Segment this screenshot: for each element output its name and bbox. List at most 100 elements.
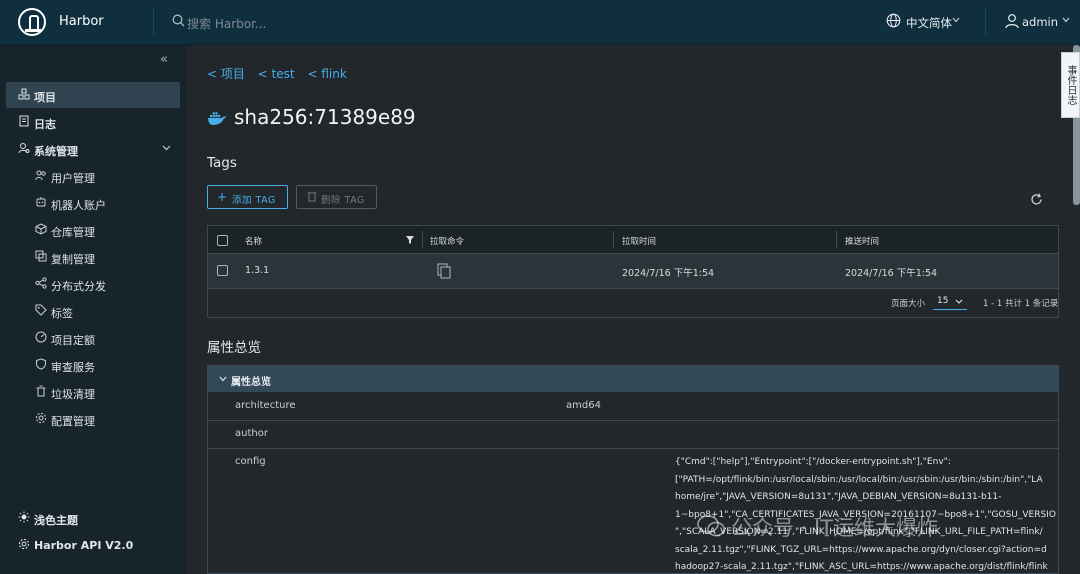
chevron-down-icon [219,376,227,382]
sidebar-item-label: 复制管理 [51,253,95,266]
breadcrumb: < 项目 < test < flink [207,65,356,82]
config-line: {"Cmd":["help"],"Entrypoint":["/docker-e… [675,457,951,467]
config-line: scala_2.11.tgz","FLINK_TGZ_URL=https://w… [675,544,1047,555]
collapse-sidebar-icon[interactable]: « [160,52,168,67]
add-tag-label: 添加 TAG [232,195,276,206]
push-time: 2024/7/16 下午1:54 [845,268,938,279]
share-icon [35,277,47,289]
delete-tag-button[interactable]: 删除 TAG [296,185,377,209]
event-log-tab[interactable]: 事件日志 [1061,52,1080,118]
sidebar-item-labels[interactable]: 标签 [0,298,187,324]
properties-panel: 属性总览 architecture amd64 author config {"… [207,365,1059,574]
column-push-time[interactable]: 推送时间 [845,235,879,247]
trash-icon [36,385,46,397]
chevron-down-icon [952,17,960,23]
config-line: ["PATH=/opt/flink/bin:/usr/local/sbin:/u… [675,474,1043,485]
property-row: config {"Cmd":["help"],"Entrypoint":["/d… [208,448,1058,573]
tag-name[interactable]: 1.3.1 [245,265,269,276]
properties-heading: 属性总览 [207,340,261,356]
main-content: < 项目 < test < flink sha256:71389e89 Tags… [187,45,1060,574]
sidebar-item-replications[interactable]: 复制管理 [0,244,187,270]
page-size-select[interactable]: 15 [933,295,967,310]
property-key: config [235,456,266,467]
breadcrumb-test[interactable]: < test [258,67,295,81]
copy-icon[interactable] [437,263,451,279]
add-tag-button[interactable]: + 添加 TAG [207,185,288,209]
column-divider [836,231,837,248]
plus-icon: + [217,190,228,204]
page-size-value: 15 [937,296,949,306]
column-name[interactable]: 名称 [245,235,262,247]
admin-icon [18,143,30,154]
api-link[interactable]: Harbor API V2.0 [0,534,187,556]
app-name[interactable]: Harbor [59,14,104,29]
top-header: Harbor 搜索 Harbor... 中文简体 admin [0,0,1080,45]
table-header: 名称 拉取命令 拉取时间 推送时间 [208,226,1058,254]
chevron-down-icon [955,299,963,304]
sidebar-item-distributions[interactable]: 分布式分发 [0,271,187,297]
breadcrumb-flink[interactable]: < flink [307,67,346,81]
sidebar-item-projects[interactable]: 项目 [6,82,180,108]
theme-toggle[interactable]: 浅色主题 [0,507,187,529]
sidebar-item-interrogation[interactable]: 审查服务 [0,352,187,378]
sidebar-item-gc[interactable]: 垃圾清理 [0,379,187,405]
search-icon [172,14,185,27]
sun-icon [18,511,30,523]
config-line: home/jre","JAVA_VERSION=8u131","JAVA_DEB… [675,492,1002,502]
logs-icon [19,115,29,127]
filter-icon[interactable] [406,236,414,244]
username: admin [1022,15,1059,29]
sidebar-item-label: 分布式分发 [51,280,106,293]
pagination-text: 1 - 1 共计 1 条记录 [983,299,1059,309]
sidebar-item-admin[interactable]: 系统管理 [0,136,187,162]
sidebar-item-label: 系统管理 [34,145,78,158]
config-line: hadoop27-scala_2.11.tgz","FLINK_ASC_URL=… [675,562,1048,572]
trash-icon [307,192,317,202]
sidebar-item-robot-accounts[interactable]: 机器人账户 [0,190,187,216]
gear-icon [35,412,47,424]
sidebar-item-label: 配置管理 [51,415,95,428]
search-input[interactable]: 搜索 Harbor... [172,12,332,32]
docker-icon [208,112,226,125]
shield-icon [36,358,46,370]
sidebar-item-users[interactable]: 用户管理 [0,163,187,189]
sidebar-item-quotas[interactable]: 项目定额 [0,325,187,351]
sidebar-item-label: 仓库管理 [51,226,95,239]
column-pull-time[interactable]: 拉取时间 [622,235,656,247]
api-icon [18,538,30,550]
language-label: 中文简体 [906,16,952,30]
sidebar-item-label: 日志 [34,118,56,131]
user-icon [1005,14,1019,29]
property-row: author [208,420,1058,449]
breadcrumb-projects[interactable]: < 项目 [207,67,245,81]
properties-panel-header[interactable]: 属性总览 [208,366,1058,392]
refresh-icon[interactable] [1030,193,1043,206]
delete-tag-label: 删除 TAG [321,195,365,206]
property-row: architecture amd64 [208,392,1058,421]
quota-icon [35,331,47,343]
header-divider [153,8,154,36]
sidebar-item-logs[interactable]: 日志 [0,109,187,135]
sidebar-item-label: 机器人账户 [51,199,106,212]
sidebar-item-label: 审查服务 [51,361,95,374]
column-divider [613,231,614,248]
sidebar-item-label: 项目 [34,91,56,104]
row-checkbox[interactable] [217,265,228,276]
harbor-logo-icon[interactable] [18,8,46,36]
users-icon [35,170,46,181]
properties-panel-title: 属性总览 [231,377,271,388]
select-all-checkbox[interactable] [217,235,228,246]
sidebar-item-label: 标签 [51,307,73,320]
sidebar-item-registries[interactable]: 仓库管理 [0,217,187,243]
page-title: sha256:71389e89 [234,105,416,129]
sidebar-item-configuration[interactable]: 配置管理 [0,406,187,432]
column-pull-command[interactable]: 拉取命令 [430,235,464,247]
registry-icon [35,223,47,235]
table-row[interactable]: 1.3.1 2024/7/16 下午1:54 2024/7/16 下午1:54 [208,254,1058,289]
property-value: amd64 [566,400,601,411]
header-divider [985,8,986,36]
projects-icon [18,88,30,100]
sidebar-item-label: 项目定额 [51,334,95,347]
replication-icon [35,250,47,262]
pull-time: 2024/7/16 下午1:54 [622,268,715,279]
